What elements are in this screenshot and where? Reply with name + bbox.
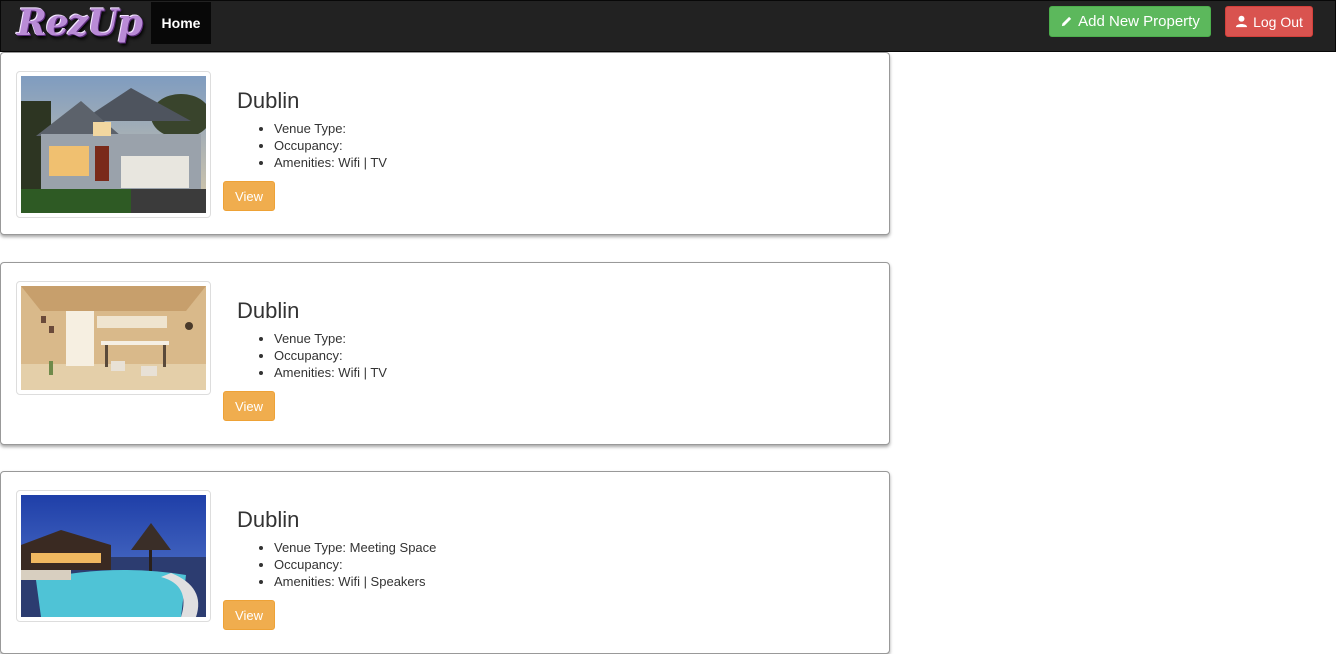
user-icon bbox=[1236, 15, 1248, 28]
venue-type: Venue Type: bbox=[274, 330, 387, 347]
property-card: Dublin Venue Type: Occupancy: Amenities:… bbox=[0, 262, 890, 445]
brand-logo[interactable]: RezUp bbox=[17, 1, 149, 47]
occupancy: Occupancy: bbox=[274, 137, 387, 154]
property-details: Venue Type: Meeting Space Occupancy: Ame… bbox=[234, 539, 436, 590]
log-out-label: Log Out bbox=[1253, 13, 1303, 30]
venue-type: Venue Type: bbox=[274, 120, 387, 137]
add-new-property-label: Add New Property bbox=[1078, 13, 1200, 30]
property-image[interactable] bbox=[16, 281, 211, 395]
property-image[interactable] bbox=[16, 71, 211, 218]
property-card: Dublin Venue Type: Occupancy: Amenities:… bbox=[0, 52, 890, 235]
amenities: Amenities: Wifi | Speakers bbox=[274, 573, 436, 590]
view-button[interactable]: View bbox=[223, 181, 275, 211]
venue-type: Venue Type: Meeting Space bbox=[274, 539, 436, 556]
nav-home-link[interactable]: Home bbox=[151, 2, 211, 44]
property-city: Dublin bbox=[237, 507, 300, 532]
view-button[interactable]: View bbox=[223, 600, 275, 630]
property-city: Dublin bbox=[237, 298, 300, 323]
log-out-button[interactable]: Log Out bbox=[1225, 6, 1313, 37]
property-image[interactable] bbox=[16, 490, 211, 622]
add-new-property-button[interactable]: Add New Property bbox=[1049, 6, 1211, 37]
property-card: Dublin Venue Type: Meeting Space Occupan… bbox=[0, 471, 890, 654]
property-details: Venue Type: Occupancy: Amenities: Wifi |… bbox=[234, 120, 387, 171]
navbar: RezUp Home Add New Property Log Out bbox=[0, 0, 1336, 52]
view-button[interactable]: View bbox=[223, 391, 275, 421]
amenities: Amenities: Wifi | TV bbox=[274, 154, 387, 171]
pencil-icon bbox=[1061, 16, 1072, 27]
property-city: Dublin bbox=[237, 88, 300, 113]
amenities: Amenities: Wifi | TV bbox=[274, 364, 387, 381]
occupancy: Occupancy: bbox=[274, 556, 436, 573]
property-details: Venue Type: Occupancy: Amenities: Wifi |… bbox=[234, 330, 387, 381]
occupancy: Occupancy: bbox=[274, 347, 387, 364]
